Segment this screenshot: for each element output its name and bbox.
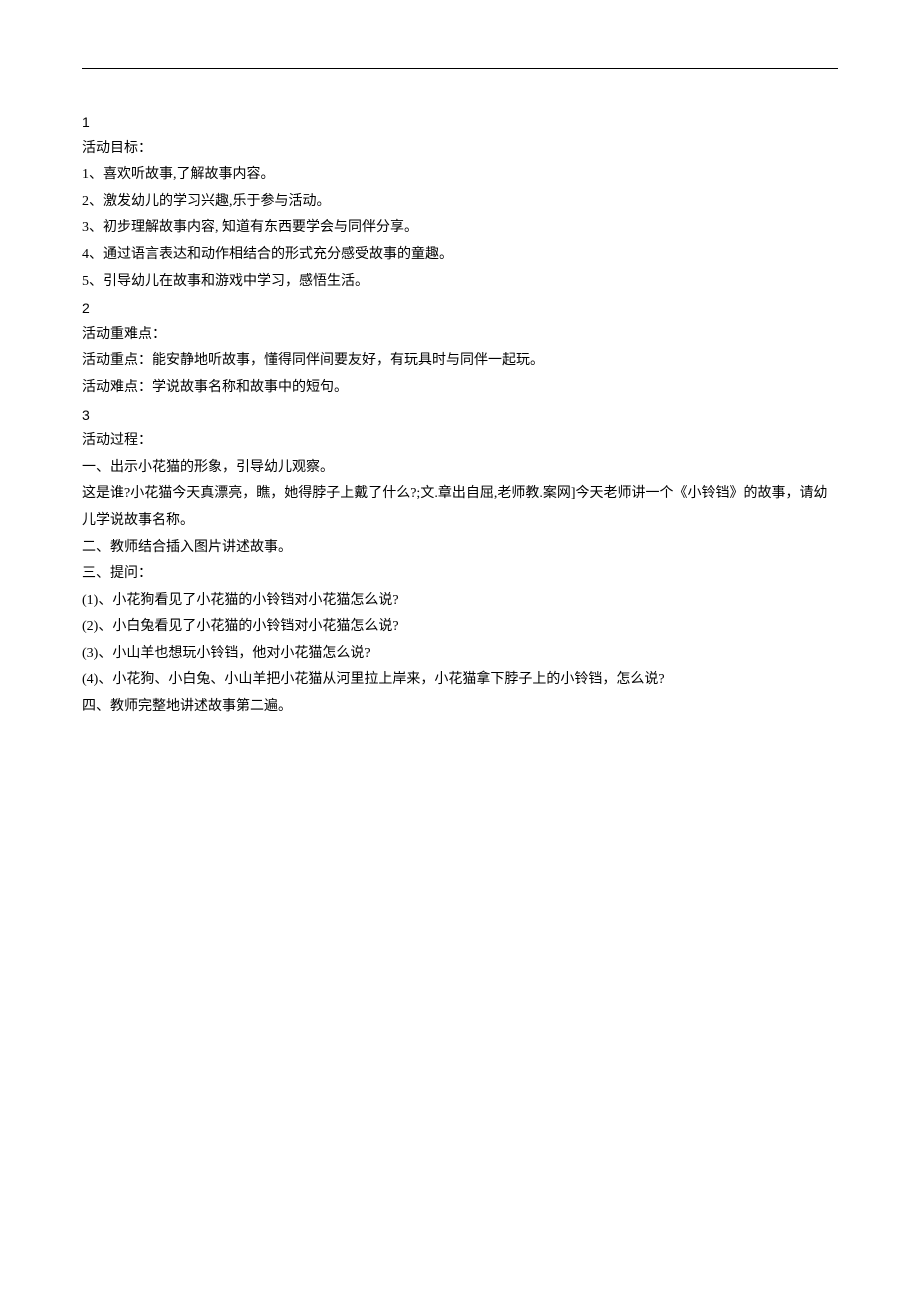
- body-line: 二、教师结合插入图片讲述故事。: [82, 535, 838, 562]
- body-line: 三、提问：: [82, 561, 838, 588]
- body-line: 四、教师完整地讲述故事第二遍。: [82, 694, 838, 721]
- body-line: (1)、小花狗看见了小花猫的小铃铛对小花猫怎么说?: [82, 588, 838, 615]
- section-number: 2: [82, 295, 838, 322]
- body-line: 活动重点：能安静地听故事，懂得同伴间要友好，有玩具时与同伴一起玩。: [82, 348, 838, 375]
- body-line: (4)、小花狗、小白兔、小山羊把小花猫从河里拉上岸来，小花猫拿下脖子上的小铃铛，…: [82, 667, 838, 694]
- horizontal-rule: [82, 68, 838, 69]
- body-line: 这是谁?小花猫今天真漂亮，瞧，她得脖子上戴了什么?;文.章出自屈,老师教.案网]…: [82, 481, 838, 534]
- section-heading: 活动目标：: [82, 136, 838, 163]
- body-line: 活动难点：学说故事名称和故事中的短句。: [82, 375, 838, 402]
- body-line: (3)、小山羊也想玩小铃铛，他对小花猫怎么说?: [82, 641, 838, 668]
- section-3: 3 活动过程： 一、出示小花猫的形象，引导幼儿观察。 这是谁?小花猫今天真漂亮，…: [82, 402, 838, 721]
- section-number: 1: [82, 109, 838, 136]
- body-line: 1、喜欢听故事,了解故事内容。: [82, 162, 838, 189]
- body-line: 2、激发幼儿的学习兴趣,乐于参与活动。: [82, 189, 838, 216]
- section-heading: 活动过程：: [82, 428, 838, 455]
- section-2: 2 活动重难点： 活动重点：能安静地听故事，懂得同伴间要友好，有玩具时与同伴一起…: [82, 295, 838, 401]
- section-number: 3: [82, 402, 838, 429]
- section-1: 1 活动目标： 1、喜欢听故事,了解故事内容。 2、激发幼儿的学习兴趣,乐于参与…: [82, 109, 838, 295]
- body-line: 一、出示小花猫的形象，引导幼儿观察。: [82, 455, 838, 482]
- document-page: 1 活动目标： 1、喜欢听故事,了解故事内容。 2、激发幼儿的学习兴趣,乐于参与…: [0, 0, 920, 721]
- body-line: 4、通过语言表达和动作相结合的形式充分感受故事的童趣。: [82, 242, 838, 269]
- section-heading: 活动重难点：: [82, 322, 838, 349]
- body-line: (2)、小白兔看见了小花猫的小铃铛对小花猫怎么说?: [82, 614, 838, 641]
- body-line: 3、初步理解故事内容, 知道有东西要学会与同伴分享。: [82, 215, 838, 242]
- body-line: 5、引导幼儿在故事和游戏中学习，感悟生活。: [82, 269, 838, 296]
